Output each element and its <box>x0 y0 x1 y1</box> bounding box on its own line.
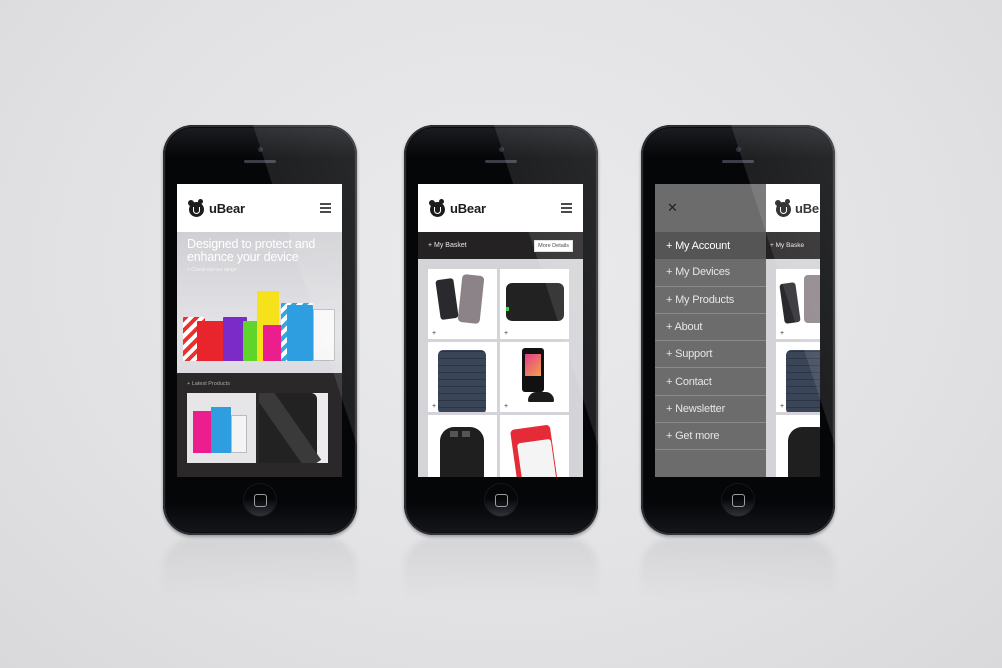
add-product-icon[interactable]: + <box>780 403 784 410</box>
content-peek: uBe + My Baske + + <box>766 184 820 477</box>
product-tile[interactable]: + <box>428 269 497 339</box>
bear-head-icon <box>774 199 791 217</box>
my-basket-link[interactable]: + My Basket <box>428 242 467 249</box>
phone-mockup-home: uBear Designed to protect and enhance yo… <box>163 125 357 535</box>
front-camera <box>736 147 741 152</box>
menu-item-about[interactable]: + About <box>655 314 766 342</box>
phone-mockup-shop: uBear + My Basket More Details + + + + <box>404 125 598 535</box>
add-product-icon[interactable]: + <box>432 330 436 337</box>
check-range-link[interactable]: + Check out our range <box>187 267 332 273</box>
latest-products-section: + Latest Products <box>177 373 342 463</box>
sleep-button <box>771 125 801 127</box>
hamburger-menu-icon[interactable] <box>320 203 331 213</box>
brand-logo[interactable]: uBear <box>187 199 245 217</box>
sleep-button <box>293 125 323 127</box>
app-header: uBear <box>177 184 342 232</box>
earpiece-speaker <box>722 160 754 163</box>
mute-switch <box>163 183 165 195</box>
hero-title-line2: enhance your device <box>187 250 299 264</box>
brand-name: uBe <box>795 200 819 216</box>
menu-screen: ✕ + My Account + My Devices + My Product… <box>655 184 820 477</box>
latest-products-label: + Latest Products <box>187 381 230 387</box>
add-product-icon[interactable]: + <box>432 403 436 410</box>
mute-switch <box>404 183 406 195</box>
hero-banner: Designed to protect and enhance your dev… <box>177 232 342 373</box>
home-button <box>243 483 277 517</box>
bear-head-icon <box>187 199 204 217</box>
earpiece-speaker <box>244 160 276 163</box>
product-packaging-image <box>183 279 338 361</box>
menu-item-my-products[interactable]: + My Products <box>655 287 766 314</box>
sleep-button <box>534 125 564 127</box>
phone-mockup-menu: ✕ + My Account + My Devices + My Product… <box>641 125 835 535</box>
product-tile[interactable]: + <box>428 342 497 412</box>
menu-item-support[interactable]: + Support <box>655 341 766 369</box>
product-tile[interactable] <box>776 415 820 477</box>
menu-item-get-more[interactable]: + Get more <box>655 423 766 451</box>
product-grid: + + + + <box>418 259 583 477</box>
menu-item-my-devices[interactable]: + My Devices <box>655 259 766 287</box>
mute-switch <box>641 183 643 195</box>
basket-bar: + My Basket More Details <box>418 232 583 259</box>
add-product-icon[interactable]: + <box>504 330 508 337</box>
menu-item-contact[interactable]: + Contact <box>655 368 766 396</box>
front-camera <box>258 147 263 152</box>
menu-item-my-account[interactable]: + My Account <box>655 232 766 260</box>
earpiece-speaker <box>485 160 517 163</box>
my-basket-link[interactable]: + My Baske <box>770 242 804 249</box>
menu-item-newsletter[interactable]: + Newsletter <box>655 396 766 424</box>
latest-product-tile[interactable] <box>259 393 328 463</box>
add-product-icon[interactable]: + <box>780 330 784 337</box>
product-tile[interactable] <box>428 415 497 477</box>
app-header: uBear <box>418 184 583 232</box>
home-screen: uBear Designed to protect and enhance yo… <box>177 184 342 477</box>
more-details-button[interactable]: More Details <box>534 239 573 252</box>
hamburger-menu-icon[interactable] <box>561 203 572 213</box>
brand-logo[interactable]: uBear <box>428 199 486 217</box>
shop-screen: uBear + My Basket More Details + + + + <box>418 184 583 477</box>
add-product-icon[interactable]: + <box>504 403 508 410</box>
brand-name: uBear <box>450 200 486 216</box>
phone-reflection <box>641 538 835 598</box>
navigation-drawer: ✕ + My Account + My Devices + My Product… <box>655 184 766 477</box>
phone-reflection <box>163 538 357 598</box>
bear-head-icon <box>428 199 445 217</box>
product-tile[interactable] <box>500 415 569 477</box>
home-button <box>721 483 755 517</box>
latest-product-tile[interactable] <box>187 393 256 463</box>
product-tile[interactable]: + <box>776 269 820 339</box>
product-tile[interactable]: + <box>776 342 820 412</box>
product-tile[interactable]: + <box>500 269 569 339</box>
close-icon[interactable]: ✕ <box>655 184 766 232</box>
brand-name: uBear <box>209 200 245 216</box>
home-button <box>484 483 518 517</box>
product-tile[interactable]: + <box>500 342 569 412</box>
phone-reflection <box>404 538 598 598</box>
front-camera <box>499 147 504 152</box>
